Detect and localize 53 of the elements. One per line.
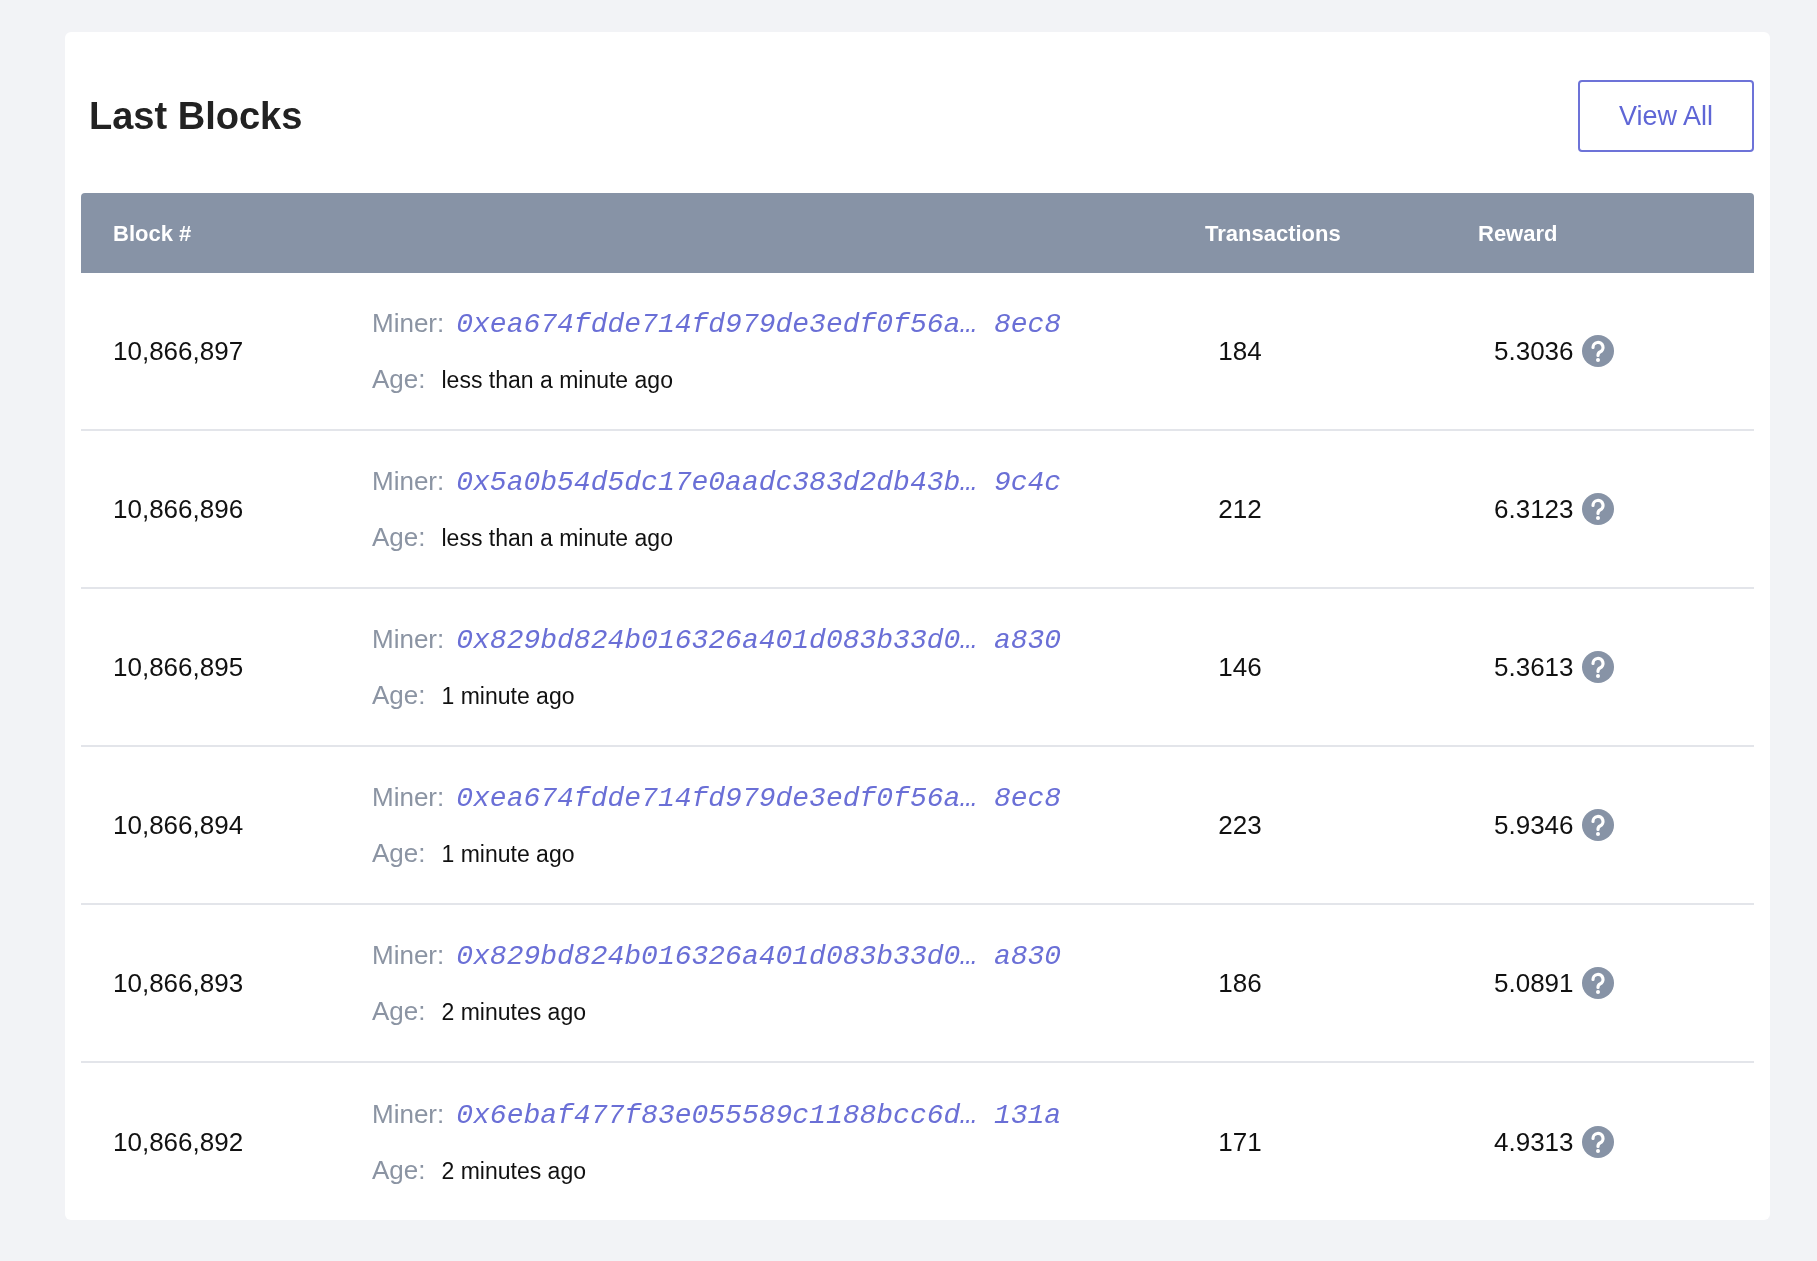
help-icon[interactable]	[1581, 967, 1614, 999]
transactions-count: 146	[1217, 650, 1263, 684]
miner-address-link[interactable]: 0x829bd824b016326a401d083b33d0… a830	[456, 935, 1062, 978]
age-value: 1 minute ago	[441, 681, 575, 711]
reward-value: 6.3123	[1494, 492, 1574, 526]
reward-value: 5.3613	[1494, 650, 1574, 684]
block-number: 10,866,894	[113, 808, 245, 842]
transactions-count: 184	[1217, 334, 1263, 368]
block-number: 10,866,895	[113, 650, 245, 684]
help-icon[interactable]	[1581, 335, 1614, 367]
age-label: Age:	[372, 836, 426, 870]
help-icon[interactable]	[1581, 493, 1614, 525]
miner-address-link[interactable]: 0x829bd824b016326a401d083b33d0… a830	[456, 619, 1062, 662]
miner-label: Miner:	[372, 622, 445, 656]
column-header: Block #	[113, 219, 193, 248]
transactions-count: 223	[1217, 808, 1263, 842]
miner-address-link[interactable]: 0xea674fdde714fd979de3edf0f56a… 8ec8	[456, 777, 1062, 820]
reward-value: 4.9313	[1494, 1125, 1574, 1159]
miner-address-link[interactable]: 0x6ebaf477f83e055589c1188bcc6d… 131a	[456, 1094, 1062, 1137]
help-icon[interactable]	[1581, 809, 1614, 841]
transactions-count: 171	[1217, 1125, 1263, 1159]
miner-label: Miner:	[372, 464, 445, 498]
section-title: Last Blocks	[89, 93, 303, 139]
block-number: 10,866,893	[113, 966, 245, 1000]
miner-address-link[interactable]: 0x5a0b54d5dc17e0aadc383d2db43b… 9c4c	[456, 461, 1062, 504]
miner-label: Miner:	[372, 1097, 445, 1131]
age-value: 1 minute ago	[441, 839, 575, 869]
age-label: Age:	[372, 994, 426, 1028]
reward-value: 5.0891	[1494, 966, 1574, 1000]
age-value: less than a minute ago	[441, 365, 673, 395]
age-value: less than a minute ago	[441, 523, 673, 553]
block-number: 10,866,892	[113, 1125, 245, 1159]
miner-label: Miner:	[372, 938, 445, 972]
help-icon[interactable]	[1581, 1126, 1614, 1158]
column-header: Transactions	[1205, 219, 1342, 248]
age-label: Age:	[372, 678, 426, 712]
block-number: 10,866,897	[113, 334, 245, 368]
block-number: 10,866,896	[113, 492, 245, 526]
view-all-button[interactable]: View All	[1578, 80, 1754, 152]
column-header: Reward	[1478, 219, 1558, 248]
age-label: Age:	[372, 1153, 426, 1187]
age-label: Age:	[372, 362, 426, 396]
miner-label: Miner:	[372, 780, 445, 814]
age-value: 2 minutes ago	[441, 997, 586, 1027]
reward-value: 5.3036	[1494, 334, 1574, 368]
help-icon[interactable]	[1581, 651, 1614, 683]
reward-value: 5.9346	[1494, 808, 1574, 842]
age-label: Age:	[372, 520, 426, 554]
miner-address-link[interactable]: 0xea674fdde714fd979de3edf0f56a… 8ec8	[456, 303, 1062, 346]
transactions-count: 186	[1217, 966, 1263, 1000]
miner-label: Miner:	[372, 306, 445, 340]
transactions-count: 212	[1217, 492, 1263, 526]
age-value: 2 minutes ago	[441, 1156, 586, 1186]
